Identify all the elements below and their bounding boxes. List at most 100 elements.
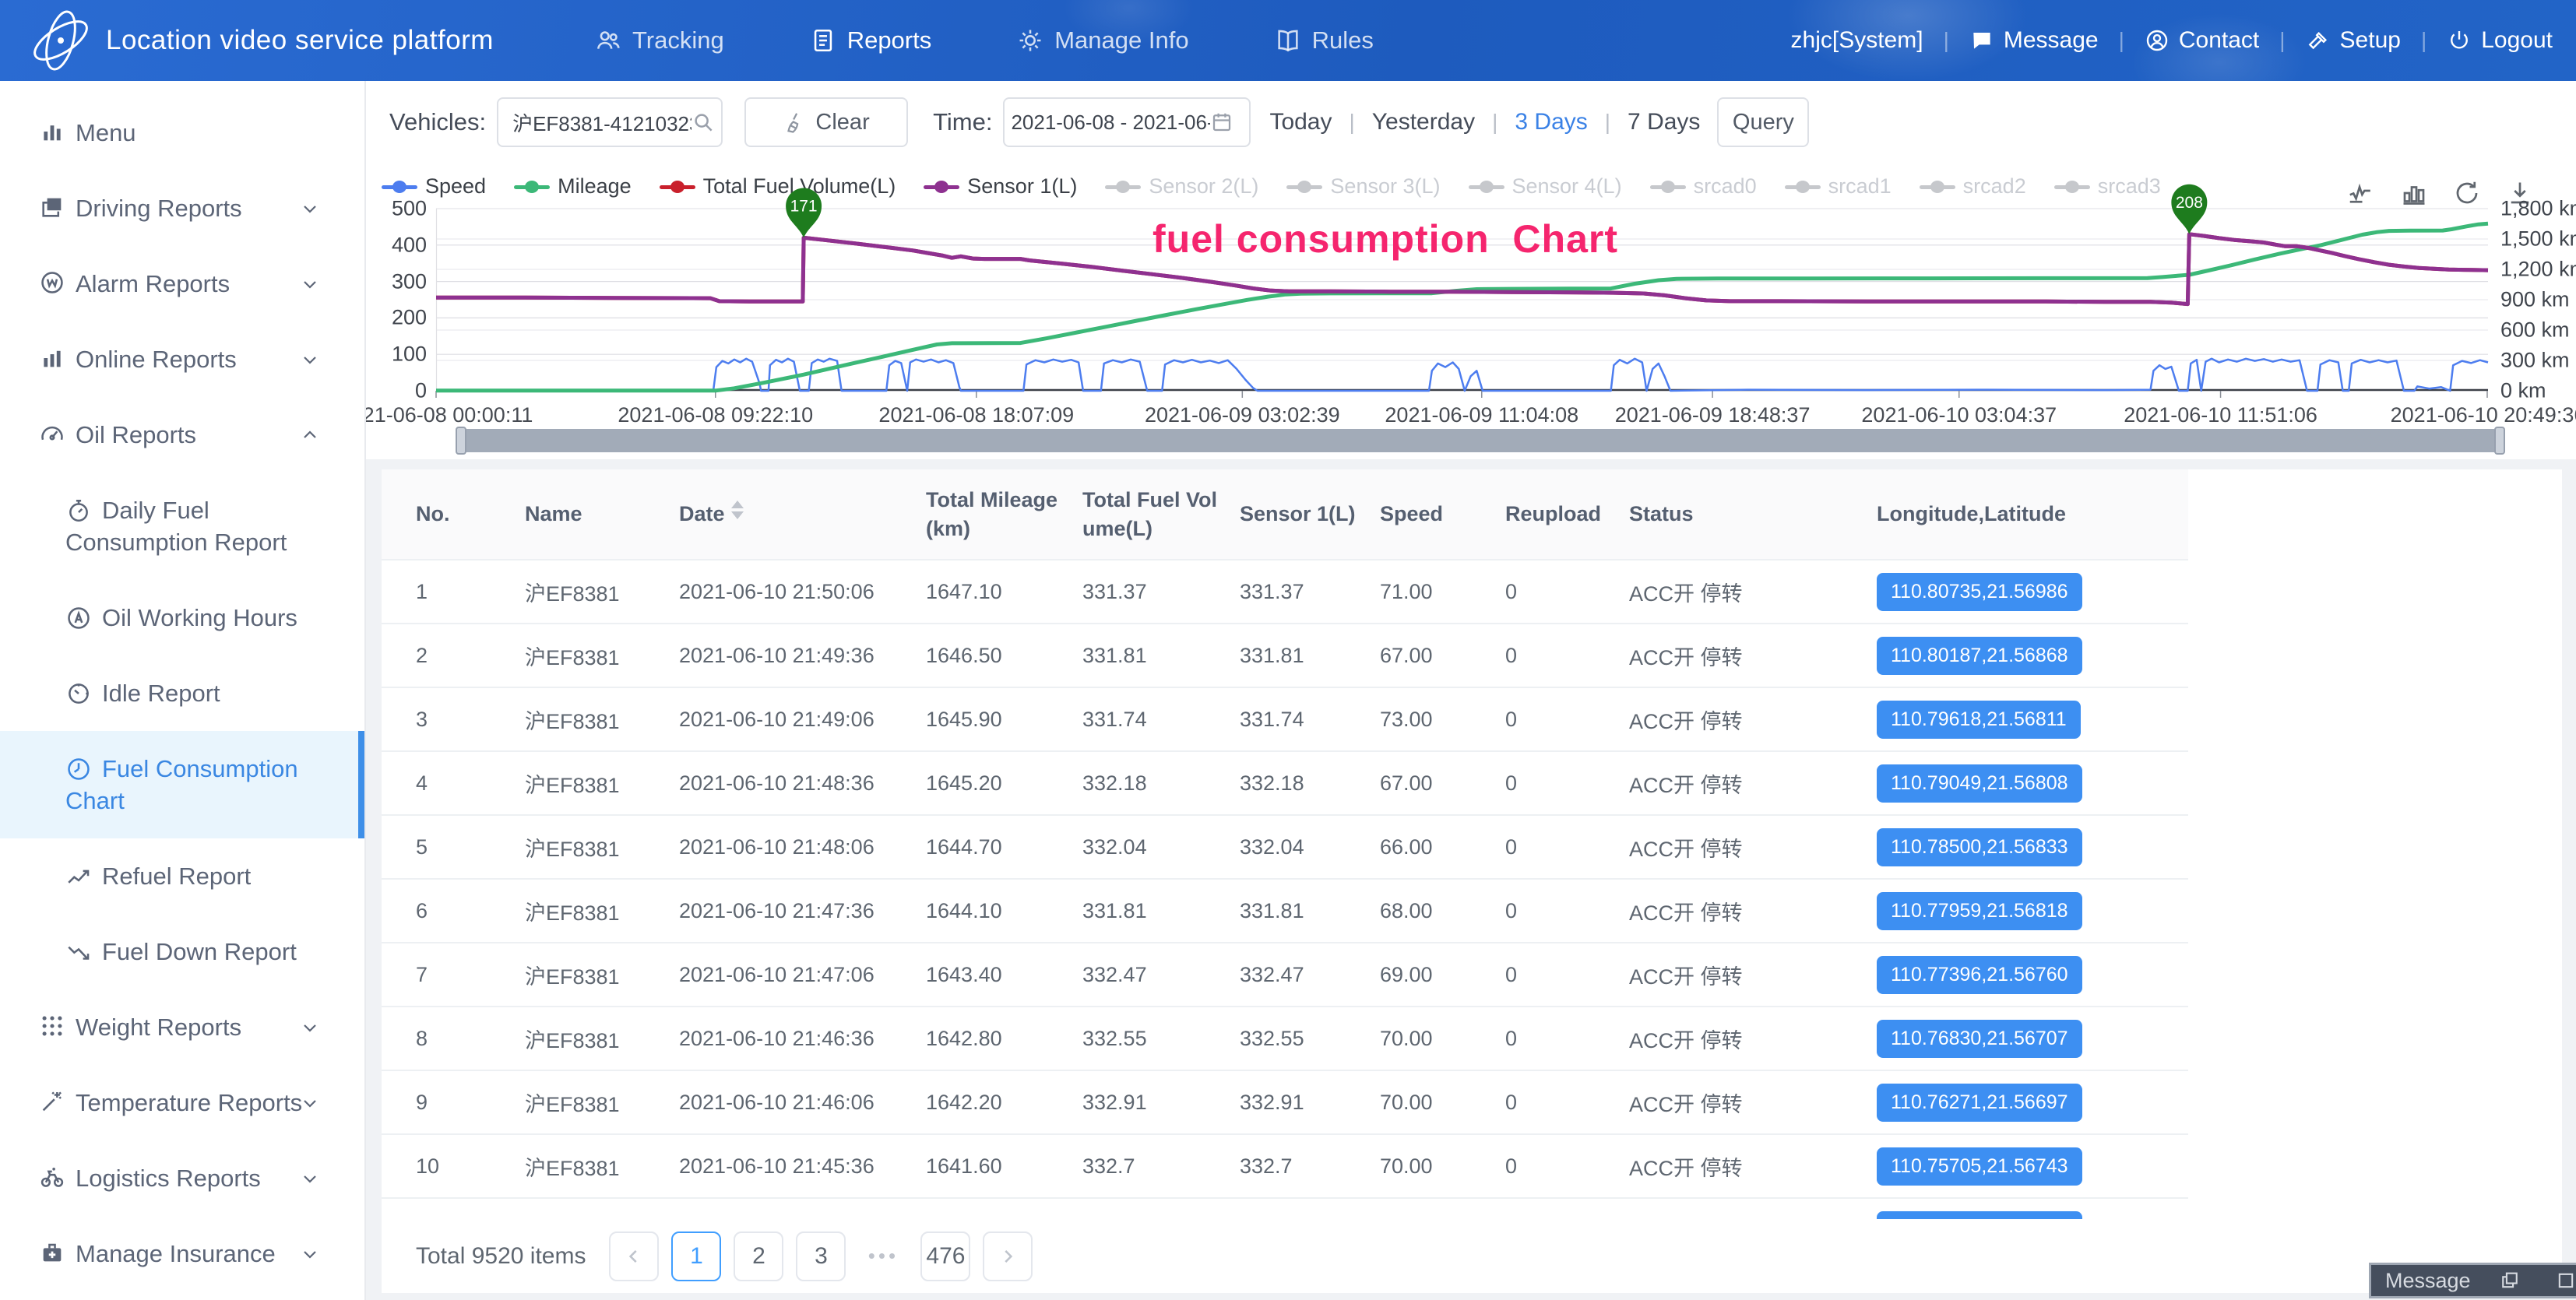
right-axis-tick: 600 km: [2500, 318, 2570, 343]
range-today[interactable]: Today: [1269, 109, 1332, 135]
cell-fuel: 331.37: [1082, 560, 1240, 624]
coordinate-button[interactable]: 110.75705,21.56743: [1877, 1147, 2082, 1186]
legend-sensor-4-l[interactable]: Sensor 4(L): [1469, 174, 1622, 199]
coordinate-button[interactable]: 110.79049,21.56808: [1877, 764, 2082, 803]
vehicle-input-wrap: [497, 97, 723, 147]
sort-icon[interactable]: [731, 501, 744, 519]
nav-item-tracking[interactable]: Tracking: [595, 26, 724, 54]
user-label[interactable]: zhjc[System]: [1791, 27, 1923, 54]
cell-status: ACC开 停转: [1629, 1198, 1877, 1219]
cell-reupload: 0: [1505, 560, 1629, 624]
legend-srcad0[interactable]: srcad0: [1650, 174, 1757, 199]
column-header-speed: Speed: [1380, 469, 1505, 560]
sidebar-item-online-reports[interactable]: Online Reports: [0, 321, 364, 397]
page-button-476[interactable]: 476: [920, 1231, 970, 1281]
coordinate-button[interactable]: 110.75154,21.56844: [1877, 1211, 2082, 1220]
column-header-sensor-1-l: Sensor 1(L): [1240, 469, 1380, 560]
sidebar-item-daily-fuel-consumption-report[interactable]: Daily Fuel Consumption Report: [0, 473, 364, 580]
sidebar-item-oil-working-hours[interactable]: Oil Working Hours: [0, 580, 364, 655]
legend-speed[interactable]: Speed: [382, 174, 486, 199]
legend-total-fuel-volume-l[interactable]: Total Fuel Volume(L): [660, 174, 896, 199]
table-scroll-area[interactable]: No.NameDateTotal Mileage(km)Total Fuel V…: [382, 469, 2562, 1219]
line-chart-toggle-icon[interactable]: [2347, 179, 2375, 207]
datazoom-handle-right[interactable]: [2494, 427, 2505, 455]
clear-button[interactable]: Clear: [744, 97, 908, 147]
legend-marker-icon: [514, 181, 550, 193]
nav-item-reports[interactable]: Reports: [810, 26, 932, 54]
datazoom-handle-left[interactable]: [456, 427, 466, 455]
sidebar-item-manage-insurance[interactable]: Manage Insurance: [0, 1216, 364, 1291]
coordinate-button[interactable]: 110.78500,21.56833: [1877, 828, 2082, 866]
chevron-down-icon: [301, 1018, 319, 1037]
cell-status: ACC开 停转: [1629, 1007, 1877, 1070]
navbar-message-button[interactable]: Message: [1969, 27, 2099, 54]
mark-point-pin-icon: 208: [2171, 184, 2207, 234]
legend-srcad1[interactable]: srcad1: [1785, 174, 1892, 199]
range-7-days[interactable]: 7 Days: [1628, 109, 1700, 135]
sidebar-item-fuel-down-report[interactable]: Fuel Down Report: [0, 914, 364, 989]
sidebar-item-oil-reports[interactable]: Oil Reports: [0, 397, 364, 473]
cell-fuel: 332.18: [1082, 751, 1240, 815]
calendar-icon[interactable]: [1210, 111, 1233, 134]
sidebar-item-idle-report[interactable]: Idle Report: [0, 655, 364, 731]
legend-sensor-2-l[interactable]: Sensor 2(L): [1105, 174, 1258, 199]
coordinate-button[interactable]: 110.79618,21.56811: [1877, 701, 2081, 739]
prev-page-button[interactable]: [609, 1231, 659, 1281]
page-button-1[interactable]: 1: [671, 1231, 721, 1281]
cell-name: 沪EF8381: [525, 1198, 679, 1219]
range-3-days[interactable]: 3 Days: [1515, 109, 1587, 135]
search-icon[interactable]: [692, 111, 715, 134]
vehicle-input[interactable]: [498, 111, 692, 135]
clock-icon: [65, 756, 90, 781]
pages-ellipsis[interactable]: •••: [858, 1244, 908, 1268]
sidebar-item-fuel-consumption-chart[interactable]: Fuel Consumption Chart: [0, 731, 364, 838]
navbar-contact-button[interactable]: Contact: [2145, 27, 2259, 54]
sidebar-item-menu[interactable]: Menu: [0, 95, 364, 170]
sidebar-item-temperature-reports[interactable]: Temperature Reports: [0, 1065, 364, 1140]
legend-marker-icon: [1286, 181, 1322, 193]
sidebar-item-logistics-reports[interactable]: Logistics Reports: [0, 1140, 364, 1216]
coordinate-button[interactable]: 110.76830,21.56707: [1877, 1020, 2082, 1058]
navbar-setup-button[interactable]: Setup: [2306, 27, 2401, 54]
report-table: No.NameDateTotal Mileage(km)Total Fuel V…: [382, 469, 2188, 1219]
cell-fuel: 331.81: [1082, 879, 1240, 943]
message-widget[interactable]: Message: [2369, 1263, 2576, 1298]
right-axis-tick: 300 km: [2500, 349, 2570, 373]
x-axis-tick: 2021-06-09 11:04:08: [1385, 403, 1578, 427]
sidebar-item-alarm-reports[interactable]: Alarm Reports: [0, 246, 364, 321]
next-page-button[interactable]: [983, 1231, 1033, 1281]
cell-speed: 66.00: [1380, 815, 1505, 879]
coordinate-button[interactable]: 110.77396,21.56760: [1877, 956, 2082, 994]
coordinate-button[interactable]: 110.80735,21.56986: [1877, 573, 2082, 611]
sidebar-item-refuel-report[interactable]: Refuel Report: [0, 838, 364, 914]
column-header-label: Reupload: [1505, 502, 1601, 525]
restore-window-icon[interactable]: [2499, 1270, 2521, 1291]
bar-chart-icon: [39, 118, 65, 145]
coordinate-button[interactable]: 110.80187,21.56868: [1877, 637, 2082, 675]
maximize-window-icon[interactable]: [2555, 1270, 2576, 1291]
page-button-3[interactable]: 3: [796, 1231, 846, 1281]
range-yesterday[interactable]: Yesterday: [1372, 109, 1475, 135]
left-axis-tick: 0: [415, 379, 427, 403]
cell-speed: 70.00: [1380, 1007, 1505, 1070]
sidebar-item-weight-reports[interactable]: Weight Reports: [0, 989, 364, 1065]
chevron-down-icon: [301, 1094, 319, 1112]
coordinate-button[interactable]: 110.76271,21.56697: [1877, 1084, 2082, 1122]
legend-srcad3[interactable]: srcad3: [2054, 174, 2161, 199]
date-range-input[interactable]: [1005, 111, 1210, 135]
page-button-2[interactable]: 2: [734, 1231, 783, 1281]
legend-mileage[interactable]: Mileage: [514, 174, 632, 199]
coordinate-button[interactable]: 110.77959,21.56818: [1877, 892, 2082, 930]
navbar-logout-button[interactable]: Logout: [2447, 27, 2553, 54]
bar-chart-toggle-icon[interactable]: [2400, 179, 2428, 207]
query-button[interactable]: Query: [1717, 97, 1809, 147]
datazoom-slider[interactable]: [460, 429, 2500, 452]
chevron-down-icon: [301, 350, 319, 369]
legend-sensor-3-l[interactable]: Sensor 3(L): [1286, 174, 1440, 199]
sidebar-item-driving-reports[interactable]: Driving Reports: [0, 170, 364, 246]
refresh-icon[interactable]: [2453, 179, 2481, 207]
legend-srcad2[interactable]: srcad2: [1920, 174, 2026, 199]
legend-sensor-1-l[interactable]: Sensor 1(L): [924, 174, 1077, 199]
nav-item-manage-info[interactable]: Manage Info: [1017, 26, 1188, 54]
nav-item-rules[interactable]: Rules: [1275, 26, 1374, 54]
